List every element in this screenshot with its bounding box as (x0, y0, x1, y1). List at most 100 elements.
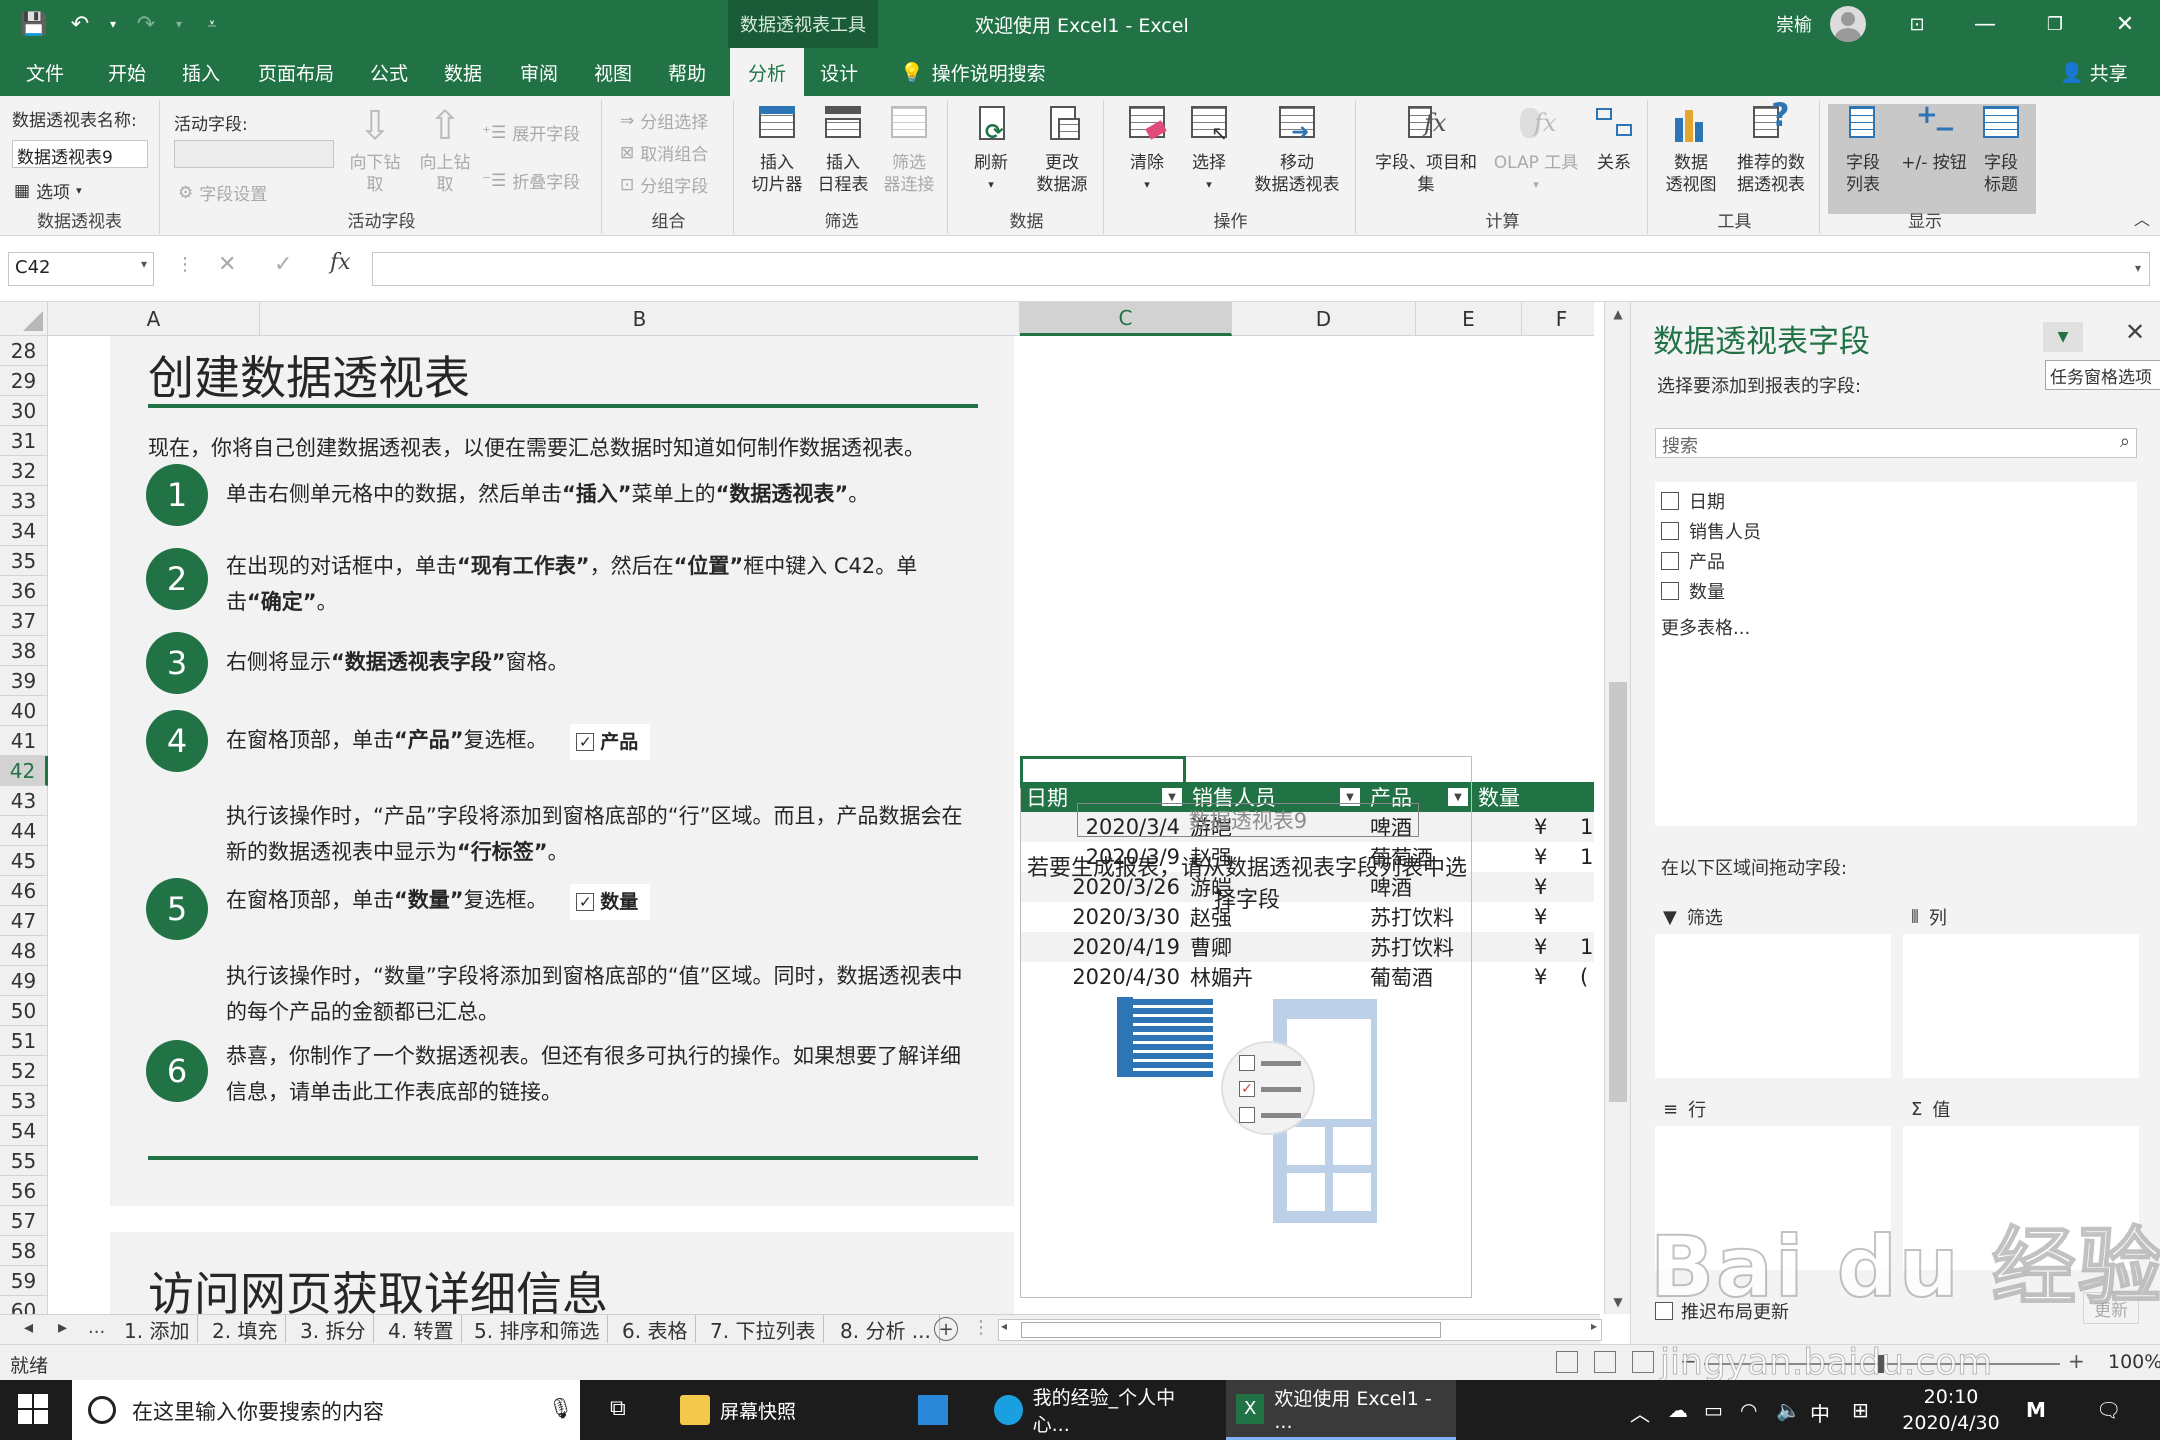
wifi-icon[interactable]: ◠ (1740, 1398, 1757, 1422)
clear-button[interactable]: 清除 ▾ (1114, 104, 1180, 196)
row-header-52[interactable]: 52 (0, 1056, 48, 1086)
horizontal-scrollbar[interactable]: ◂ ▸ (998, 1319, 1602, 1341)
row-header-32[interactable]: 32 (0, 456, 48, 486)
notifications-icon[interactable]: 🗨 (2096, 1398, 2121, 1422)
logo-icon[interactable]: M (2026, 1398, 2046, 1422)
checkbox[interactable] (1661, 552, 1679, 570)
insert-slicer-button[interactable]: 插入 切片器 (744, 104, 810, 196)
pane-close-icon[interactable]: ✕ (2125, 318, 2145, 346)
page-layout-view-icon[interactable] (1594, 1351, 1616, 1373)
tray-chevron-icon[interactable]: ︿ (1630, 1398, 1650, 1427)
row-header-49[interactable]: 49 (0, 966, 48, 996)
scroll-right-icon[interactable]: ▸ (1591, 1319, 1597, 1333)
row-header-55[interactable]: 55 (0, 1146, 48, 1176)
scroll-down-icon[interactable]: ▼ (1605, 1290, 1631, 1314)
move-pivottable-button[interactable]: ➜ 移动 数据透视表 (1242, 104, 1352, 196)
taskbar-app-excel[interactable]: X 欢迎使用 Excel1 - ... (1226, 1380, 1456, 1440)
taskbar-app-edge[interactable]: 我的经验_个人中心... (984, 1380, 1214, 1440)
row-header-48[interactable]: 48 (0, 936, 48, 966)
table-cell[interactable]: ¥ (1534, 842, 1558, 872)
field-quantity[interactable]: 数量 (1661, 578, 1725, 604)
row-header-28[interactable]: 28 (0, 336, 48, 366)
confirm-entry-icon[interactable]: ✓ (274, 252, 292, 277)
taskbar-search[interactable]: 在这里输入你要搜索的内容 🎙 (72, 1380, 580, 1440)
column-header-f[interactable]: F (1522, 302, 1594, 336)
sheet-tab[interactable]: 1. 添加 (116, 1315, 199, 1343)
row-header-30[interactable]: 30 (0, 396, 48, 426)
pivottable-placeholder[interactable]: 数据透视表9 若要生成报表，请从数据透视表字段列表中选择字段 ✓ (1020, 756, 1472, 1298)
tab-design[interactable]: 设计 (808, 48, 870, 96)
row-header-31[interactable]: 31 (0, 426, 48, 456)
vertical-scroll-thumb[interactable] (1609, 682, 1627, 1102)
table-cell[interactable] (1580, 872, 1594, 902)
plus-minus-buttons-toggle[interactable]: + − +/- 按钮 (1896, 102, 1972, 174)
row-header-41[interactable]: 41 (0, 726, 48, 756)
row-header-46[interactable]: 46 (0, 876, 48, 906)
table-cell[interactable]: ¥ (1534, 812, 1558, 842)
collapse-ribbon-icon[interactable]: ︿ (2134, 206, 2150, 230)
tab-file[interactable]: 文件 (14, 48, 76, 96)
select-all-corner[interactable] (0, 302, 48, 336)
insert-timeline-button[interactable]: 插入 日程表 (810, 104, 876, 196)
tab-view[interactable]: 视图 (582, 48, 644, 96)
sheet-tab[interactable]: 7. 下拉列表 (702, 1315, 825, 1343)
battery-icon[interactable]: ▭ (1704, 1398, 1723, 1422)
save-icon[interactable]: 💾 (14, 8, 54, 40)
tab-formulas[interactable]: 公式 (358, 48, 420, 96)
more-sheets-left-icon[interactable]: ... (88, 1317, 105, 1338)
scroll-left-icon[interactable]: ◂ (1001, 1319, 1007, 1333)
row-header-37[interactable]: 37 (0, 606, 48, 636)
row-header-42[interactable]: 42 (0, 756, 48, 786)
sheet-tab[interactable]: 8. 分析 ... (832, 1315, 940, 1343)
horizontal-scroll-thumb[interactable] (1021, 1322, 1441, 1338)
zoom-in-icon[interactable]: + (2068, 1349, 2085, 1373)
row-header-43[interactable]: 43 (0, 786, 48, 816)
row-header-51[interactable]: 51 (0, 1026, 48, 1056)
active-cell-c42[interactable] (1020, 756, 1186, 788)
user-name[interactable]: 崇榆 (1776, 0, 1812, 48)
chevron-down-icon[interactable]: ▾ (2135, 261, 2141, 275)
row-header-54[interactable]: 54 (0, 1116, 48, 1146)
row-header-59[interactable]: 59 (0, 1266, 48, 1296)
table-cell[interactable] (1580, 902, 1594, 932)
row-header-35[interactable]: 35 (0, 546, 48, 576)
sheet-tab[interactable]: 5. 排序和筛选 (466, 1315, 609, 1343)
prev-sheet-icon[interactable]: ◂ (24, 1317, 33, 1338)
table-cell[interactable]: 1, (1580, 932, 1594, 962)
tab-data[interactable]: 数据 (432, 48, 494, 96)
row-header-57[interactable]: 57 (0, 1206, 48, 1236)
table-cell[interactable]: ¥ (1534, 932, 1558, 962)
tab-insert[interactable]: 插入 (170, 48, 232, 96)
normal-view-icon[interactable] (1556, 1351, 1578, 1373)
table-cell[interactable]: ¥ (1534, 902, 1558, 932)
taskbar-app-screenshots[interactable]: 屏幕快照 (670, 1380, 806, 1440)
minimize-icon[interactable]: — (1952, 0, 2018, 48)
row-header-53[interactable]: 53 (0, 1086, 48, 1116)
more-tables-link[interactable]: 更多表格... (1661, 614, 1750, 640)
field-salesperson[interactable]: 销售人员 (1661, 518, 1761, 544)
column-header-e[interactable]: E (1416, 302, 1522, 336)
row-header-47[interactable]: 47 (0, 906, 48, 936)
formula-input[interactable]: ▾ (372, 252, 2150, 286)
columns-area[interactable]: ⦀ 列 (1903, 900, 2139, 1078)
fields-items-sets-button[interactable]: fx 字段、项目和 集 (1366, 104, 1486, 196)
column-header-d[interactable]: D (1232, 302, 1416, 336)
columns-drop-zone[interactable] (1903, 934, 2139, 1078)
close-icon[interactable]: ✕ (2092, 0, 2158, 48)
add-sheet-icon[interactable]: + (934, 1317, 958, 1341)
undo-icon[interactable]: ↶ (60, 8, 100, 40)
vertical-scrollbar[interactable]: ▲ ▼ (1604, 302, 1630, 1314)
options-button[interactable]: ▦ 选项 ▾ (14, 178, 82, 204)
row-header-44[interactable]: 44 (0, 816, 48, 846)
recommended-pivottables-button[interactable]: ? 推荐的数 据透视表 (1726, 99, 1816, 196)
row-header-34[interactable]: 34 (0, 516, 48, 546)
share-button[interactable]: 👤 共享 (2060, 48, 2128, 96)
field-product[interactable]: 产品 (1661, 548, 1725, 574)
restore-icon[interactable]: ❐ (2022, 0, 2088, 48)
scroll-up-icon[interactable]: ▲ (1605, 302, 1631, 326)
filters-drop-zone[interactable] (1655, 934, 1891, 1078)
field-headers-toggle[interactable]: 字段 标题 (1968, 104, 2034, 196)
sheet-tab[interactable]: 4. 转置 (380, 1315, 463, 1343)
checkbox[interactable] (1661, 492, 1679, 510)
row-header-40[interactable]: 40 (0, 696, 48, 726)
